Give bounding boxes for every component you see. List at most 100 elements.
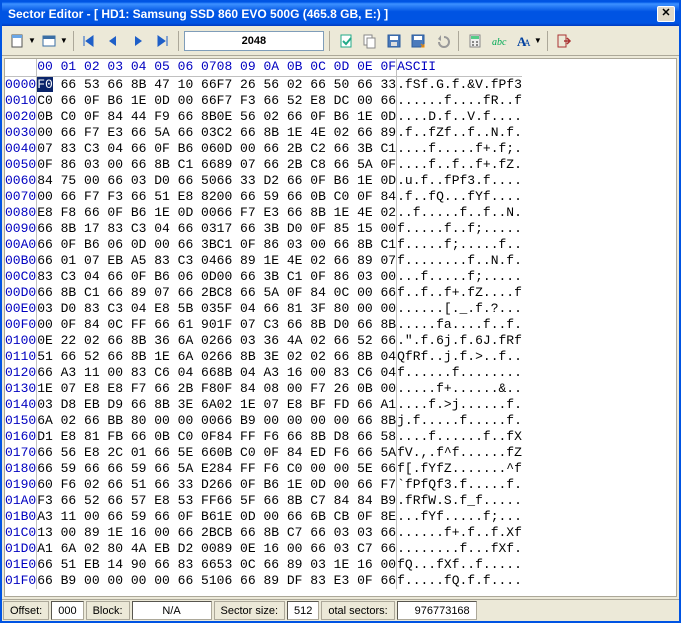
ascii-cell[interactable]: ........f...fXf. (397, 541, 522, 557)
hex-bytes-cell[interactable]: C8 66 5A 0F 84 0C 00 66 (217, 285, 397, 301)
hex-bytes-cell[interactable]: 0B C0 0F 84 ED F6 66 5A (217, 445, 397, 461)
hex-row[interactable]: 00E003 D0 83 C3 04 E8 5B 035F 04 66 81 3… (5, 301, 522, 317)
hex-row[interactable]: 00500F 86 03 00 66 8B C1 6689 07 66 2B C… (5, 157, 522, 173)
hex-bytes-cell[interactable]: 17 66 3B D0 0F 85 15 00 (217, 221, 397, 237)
hex-bytes-cell[interactable]: D1 E8 81 FB 66 0B C0 0F (37, 429, 217, 445)
hex-row[interactable]: 00F000 0F 84 0C FF 66 61 901F 07 C3 66 8… (5, 317, 522, 333)
dropdown-icon[interactable]: ▼ (534, 36, 542, 45)
ascii-cell[interactable]: ....f.....f+.f;. (397, 141, 522, 157)
hex-bytes-cell[interactable]: 0F 86 03 00 66 8B C1 66 (37, 157, 217, 173)
hex-row[interactable]: 01F066 B9 00 00 00 00 66 5106 66 89 DF 8… (5, 573, 522, 589)
ascii-cell[interactable]: j.f.....f.....f. (397, 413, 522, 429)
hex-row[interactable]: 00A066 0F B6 06 0D 00 66 3BC1 0F 86 03 0… (5, 237, 522, 253)
hex-bytes-cell[interactable]: 89 0E 16 00 66 03 C7 66 (217, 541, 397, 557)
hex-bytes-cell[interactable]: 1F 07 C3 66 8B D0 66 8B (217, 317, 397, 333)
hex-bytes-cell[interactable]: CB 66 8B C7 66 03 03 66 (217, 525, 397, 541)
ascii-cell[interactable]: .....f+......&.. (397, 381, 522, 397)
hex-bytes-cell[interactable]: 84 FF F6 C0 00 00 5E 66 (217, 461, 397, 477)
hex-bytes-cell[interactable]: 0D 00 66 2B C2 66 3B C1 (217, 141, 397, 157)
hex-row[interactable]: 01000E 22 02 66 8B 36 6A 0266 03 36 4A 0… (5, 333, 522, 349)
copy-button[interactable] (359, 30, 381, 52)
hex-bytes-cell[interactable]: 60 F6 02 66 51 66 33 D2 (37, 477, 217, 493)
hex-bytes-cell[interactable]: 66 8B 3E 02 02 66 8B 04 (217, 349, 397, 365)
hex-bytes-cell[interactable]: 84 FF F6 66 8B D8 66 58 (217, 429, 397, 445)
hex-bytes-cell[interactable]: 00 66 F7 E3 66 5A 66 03 (37, 125, 217, 141)
ascii-cell[interactable]: ....f..f..f+.fZ. (397, 157, 522, 173)
dropdown-icon[interactable]: ▼ (28, 36, 36, 45)
hex-row[interactable]: 01301E 07 E8 E8 F7 66 2B F80F 84 08 00 F… (5, 381, 522, 397)
hex-bytes-cell[interactable]: 5F 04 66 81 3F 80 00 00 (217, 301, 397, 317)
close-button[interactable]: ✕ (657, 6, 675, 22)
hex-bytes-cell[interactable]: 66 89 1E 4E 02 66 89 07 (217, 253, 397, 269)
ascii-cell[interactable]: fV.,.f^f......fZ (397, 445, 522, 461)
next-sector-button[interactable] (127, 30, 149, 52)
new-button[interactable] (6, 30, 28, 52)
ascii-cell[interactable]: f[.fYfZ.......^f (397, 461, 522, 477)
hex-bytes-cell[interactable]: 03 D0 83 C3 04 E8 5B 03 (37, 301, 217, 317)
hex-row[interactable]: 007000 66 F7 F3 66 51 E8 8200 66 59 66 0… (5, 189, 522, 205)
hex-bytes-cell[interactable]: F7 26 56 02 66 50 66 33 (217, 77, 397, 94)
hex-bytes-cell[interactable]: 0E 56 02 66 0F B6 1E 0D (217, 109, 397, 125)
hex-bytes-cell[interactable]: 66 F7 E3 66 8B 1E 4E 02 (217, 205, 397, 221)
hex-bytes-cell[interactable]: C0 66 0F B6 1E 0D 00 66 (37, 93, 217, 109)
hex-bytes-cell[interactable]: 13 00 89 1E 16 00 66 2B (37, 525, 217, 541)
hex-row[interactable]: 01A0F3 66 52 66 57 E8 53 FF66 5F 66 8B C… (5, 493, 522, 509)
hex-row[interactable]: 01E066 51 EB 14 90 66 83 6653 0C 66 89 0… (5, 557, 522, 573)
hex-bytes-cell[interactable]: F7 F3 66 52 E8 DC 00 66 (217, 93, 397, 109)
hex-bytes-cell[interactable]: 84 75 00 66 03 D0 66 50 (37, 173, 217, 189)
ascii-cell[interactable]: f.....f..f;..... (397, 221, 522, 237)
hex-row[interactable]: 01506A 02 66 BB 80 00 00 0066 B9 00 00 0… (5, 413, 522, 429)
hex-bytes-cell[interactable]: 51 66 52 66 8B 1E 6A 02 (37, 349, 217, 365)
hex-bytes-cell[interactable]: C1 0F 86 03 00 66 8B C1 (217, 237, 397, 253)
ascii-cell[interactable]: .u.f..fPf3.f.... (397, 173, 522, 189)
ascii-cell[interactable]: ......f+.f..f.Xf (397, 525, 522, 541)
hex-bytes-cell[interactable]: E8 F8 66 0F B6 1E 0D 00 (37, 205, 217, 221)
dropdown-icon[interactable]: ▼ (60, 36, 68, 45)
last-sector-button[interactable] (151, 30, 173, 52)
hex-row[interactable]: 0160D1 E8 81 FB 66 0B C0 0F84 FF F6 66 8… (5, 429, 522, 445)
ascii-cell[interactable]: fQ...fXf..f..... (397, 557, 522, 573)
ascii-cell[interactable]: f.....f;.....f.. (397, 237, 522, 253)
hex-bytes-cell[interactable]: A3 11 00 66 59 66 0F B6 (37, 509, 217, 525)
hex-row[interactable]: 00B066 01 07 EB A5 83 C3 0466 89 1E 4E 0… (5, 253, 522, 269)
ascii-cell[interactable]: .....fa....f..f. (397, 317, 522, 333)
ascii-cell[interactable]: ....f......f..fX (397, 429, 522, 445)
hex-row[interactable]: 011051 66 52 66 8B 1E 6A 0266 8B 3E 02 0… (5, 349, 522, 365)
ascii-cell[interactable]: ....f.>j......f. (397, 397, 522, 413)
hex-bytes-cell[interactable]: 0F 84 08 00 F7 26 0B 00 (217, 381, 397, 397)
font-button[interactable]: AA (512, 30, 534, 52)
hex-row[interactable]: 009066 8B 17 83 C3 04 66 0317 66 3B D0 0… (5, 221, 522, 237)
view-button[interactable] (38, 30, 60, 52)
sector-number-input[interactable] (184, 31, 324, 51)
hex-bytes-cell[interactable]: A1 6A 02 80 4A EB D2 00 (37, 541, 217, 557)
find-button[interactable]: abc (488, 30, 510, 52)
hex-bytes-cell[interactable]: 1E 0D 00 66 6B CB 0F 8E (217, 509, 397, 525)
hex-bytes-cell[interactable]: 66 01 07 EB A5 83 C3 04 (37, 253, 217, 269)
ascii-cell[interactable]: f......f........ (397, 365, 522, 381)
hex-bytes-cell[interactable]: 66 51 EB 14 90 66 83 66 (37, 557, 217, 573)
hex-row[interactable]: 00D066 8B C1 66 89 07 66 2BC8 66 5A 0F 8… (5, 285, 522, 301)
ascii-cell[interactable]: f........f..N.f. (397, 253, 522, 269)
hex-bytes-cell[interactable]: 06 66 89 DF 83 E3 0F 66 (217, 573, 397, 589)
hex-bytes-cell[interactable]: 00 66 F7 F3 66 51 E8 82 (37, 189, 217, 205)
save-button[interactable] (383, 30, 405, 52)
ascii-cell[interactable]: .".f.6j.f.6J.fRf (397, 333, 522, 349)
hex-bytes-cell[interactable]: F3 66 52 66 57 E8 53 FF (37, 493, 217, 509)
hex-row[interactable]: 018066 59 66 66 59 66 5A E284 FF F6 C0 0… (5, 461, 522, 477)
hex-bytes-cell[interactable]: 07 83 C3 04 66 0F B6 06 (37, 141, 217, 157)
hex-row[interactable]: 006084 75 00 66 03 D0 66 5066 33 D2 66 0… (5, 173, 522, 189)
hex-bytes-cell[interactable]: 53 0C 66 89 03 1E 16 00 (217, 557, 397, 573)
ascii-cell[interactable]: ......[._.f.?... (397, 301, 522, 317)
hex-bytes-cell[interactable]: 83 C3 04 66 0F B6 06 0D (37, 269, 217, 285)
hex-bytes-cell[interactable]: 0B C0 0F 84 44 F9 66 8B (37, 109, 217, 125)
hex-row[interactable]: 003000 66 F7 E3 66 5A 66 03C2 66 8B 1E 4… (5, 125, 522, 141)
hex-row[interactable]: 01D0A1 6A 02 80 4A EB D2 0089 0E 16 00 6… (5, 541, 522, 557)
hex-row[interactable]: 01C013 00 89 1E 16 00 66 2BCB 66 8B C7 6… (5, 525, 522, 541)
hex-bytes-cell[interactable]: 66 A3 11 00 83 C6 04 66 (37, 365, 217, 381)
hex-row[interactable]: 012066 A3 11 00 83 C6 04 668B 04 A3 16 0… (5, 365, 522, 381)
hex-bytes-cell[interactable]: 8B 04 A3 16 00 83 C6 04 (217, 365, 397, 381)
go-button[interactable] (335, 30, 357, 52)
hex-bytes-cell[interactable]: 66 33 D2 66 0F B6 1E 0D (217, 173, 397, 189)
undo-button[interactable] (431, 30, 453, 52)
hex-row[interactable]: 01B0A3 11 00 66 59 66 0F B61E 0D 00 66 6… (5, 509, 522, 525)
